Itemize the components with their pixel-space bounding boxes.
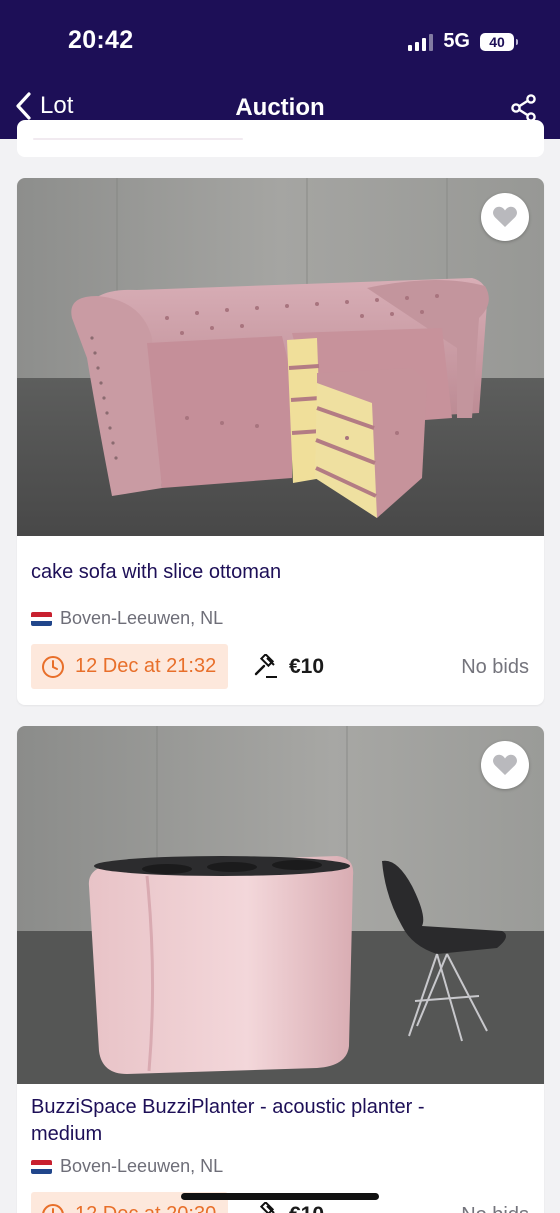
closing-time-chip: 12 Dec at 21:32 <box>31 644 229 689</box>
signal-icon <box>408 33 434 51</box>
previous-lot-card[interactable] <box>17 120 544 157</box>
flag-nl-icon <box>31 611 52 626</box>
network-label: 5G <box>443 30 470 52</box>
lot-location: Boven-Leeuwen, NL <box>31 608 223 629</box>
closing-time: 12 Dec at 20:30 <box>75 1203 216 1213</box>
planter-photo <box>17 726 544 1084</box>
lot-location: Boven-Leeuwen, NL <box>31 1156 223 1177</box>
gavel-icon <box>259 1202 275 1213</box>
auction-screen: 20:42 5G 40 Lot Auction cake sofa with s… <box>0 0 560 1213</box>
sofa-photo <box>17 178 544 536</box>
bids-status: No bids <box>461 1204 529 1213</box>
flag-nl-icon <box>31 1159 52 1174</box>
location-label: Boven-Leeuwen, NL <box>60 608 224 628</box>
bid-amount: €10 <box>289 1203 324 1213</box>
favorite-button[interactable] <box>481 741 529 789</box>
lot-title[interactable]: BuzziSpace BuzziPlanter - acoustic plant… <box>31 1094 501 1148</box>
heart-icon <box>493 206 517 227</box>
status-time: 20:42 <box>68 26 134 54</box>
clock-icon <box>42 1203 64 1213</box>
current-bid: €10 <box>253 654 324 680</box>
location-label: Boven-Leeuwen, NL <box>60 1156 224 1176</box>
lot-title[interactable]: cake sofa with slice ottoman <box>31 559 501 586</box>
app-header: 20:42 5G 40 Lot Auction <box>0 0 560 139</box>
status-indicators: 5G 40 <box>408 30 518 53</box>
share-icon <box>511 94 536 122</box>
page-title: Auction <box>235 94 325 121</box>
clock-icon <box>42 655 64 678</box>
lot-card[interactable]: cake sofa with slice ottoman Boven-Leeuw… <box>17 178 544 705</box>
closing-time: 12 Dec at 21:32 <box>75 655 217 677</box>
bids-status: No bids <box>461 656 529 678</box>
heart-icon <box>493 754 517 775</box>
lot-image-buzzi-planter[interactable] <box>17 726 544 1084</box>
lot-image-cake-sofa[interactable] <box>17 178 544 536</box>
gavel-icon <box>254 654 277 678</box>
favorite-button[interactable] <box>481 193 529 241</box>
home-indicator[interactable] <box>181 1193 379 1200</box>
lot-card[interactable]: BuzziSpace BuzziPlanter - acoustic plant… <box>17 726 544 1213</box>
bid-amount: €10 <box>289 655 325 678</box>
current-bid: €10 <box>253 1202 324 1213</box>
battery-icon: 40 <box>480 32 518 51</box>
